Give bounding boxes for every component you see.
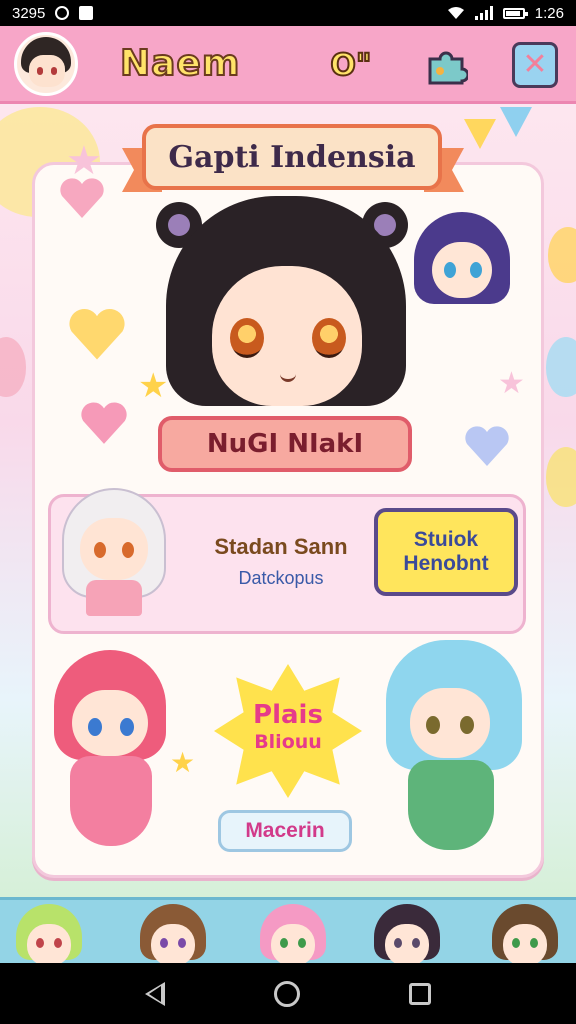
search-icon: O" (329, 47, 372, 84)
heart-icon (465, 426, 509, 466)
status-time: 1:26 (534, 4, 564, 22)
strip-character[interactable] (12, 904, 86, 963)
studio-button[interactable]: Stuiok Henobnt (374, 508, 518, 596)
balloon (0, 337, 26, 397)
studio-button-line1: Stuiok (413, 527, 479, 551)
bunting-flag (500, 107, 532, 137)
star-icon: ★ (498, 366, 525, 401)
star-icon: ★ (66, 138, 102, 184)
puzzle-button[interactable] (424, 42, 470, 88)
close-icon: ✕ (522, 47, 548, 82)
heart-icon (69, 308, 125, 360)
info-title: Stadan Sann (214, 534, 348, 559)
back-icon[interactable] (144, 981, 165, 1006)
circle-icon (55, 6, 70, 20)
banner-title: Gapti Indensia (142, 124, 442, 190)
status-bar: 3295 1:26 (0, 0, 576, 26)
balloon (546, 337, 576, 397)
strip-character[interactable] (370, 904, 444, 963)
studio-button-line2: Henobnt (403, 552, 489, 575)
strip-character[interactable] (256, 904, 330, 963)
balloon (548, 227, 576, 283)
signal-icon (474, 6, 493, 20)
avatar[interactable] (14, 31, 78, 96)
character-name-button[interactable]: NuGI NIakI (158, 416, 412, 472)
status-left-text: 3295 (12, 4, 46, 22)
character-strip (0, 897, 576, 963)
strip-character[interactable] (488, 904, 562, 963)
promo-burst-line1: Plais (253, 700, 323, 730)
strip-character[interactable] (136, 904, 210, 963)
promo-burst-line2: Bliouu (254, 731, 322, 754)
recents-icon[interactable] (409, 982, 432, 1005)
home-icon[interactable] (273, 980, 300, 1007)
navigation-bar (0, 963, 576, 1024)
balloon (546, 447, 576, 507)
info-subtitle: Datckopus (238, 568, 324, 588)
featured-character[interactable] (152, 196, 422, 426)
battery-icon (502, 7, 528, 19)
puzzle-icon (428, 51, 468, 85)
square-icon (79, 6, 94, 20)
promo-burst-text: Plais Bliouu (214, 700, 362, 754)
heart-icon (81, 402, 127, 444)
wifi-icon (447, 7, 464, 19)
search-button[interactable]: O" (328, 42, 374, 88)
page-title: Naem (119, 42, 241, 85)
character-right[interactable] (380, 640, 530, 860)
app-header: Naem O" ✕ (0, 26, 576, 104)
more-button[interactable]: Macerin (218, 810, 352, 852)
info-character[interactable] (56, 488, 172, 618)
close-button[interactable]: ✕ (512, 42, 558, 88)
side-character[interactable] (414, 212, 510, 316)
character-left[interactable] (44, 650, 174, 860)
bunting-flag (464, 119, 496, 149)
